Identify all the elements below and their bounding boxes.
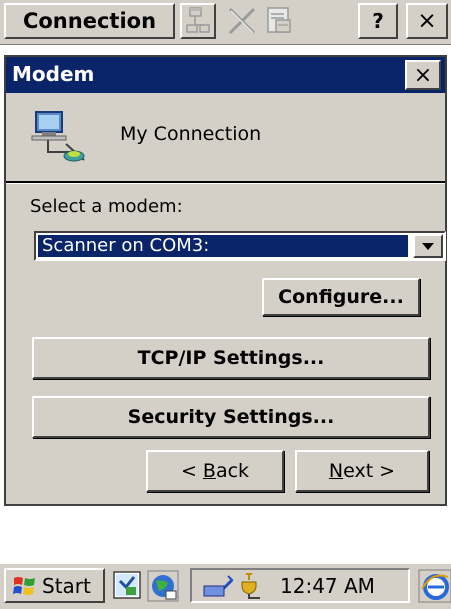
configure-button[interactable]: Configure... bbox=[262, 278, 420, 316]
properties-icon[interactable] bbox=[262, 5, 296, 37]
start-button[interactable]: Start bbox=[4, 568, 105, 603]
select-modem-label: Select a modem: bbox=[30, 196, 183, 217]
taskbar: Start 12:47 AM bbox=[0, 562, 451, 609]
back-prefix: < bbox=[180, 460, 203, 482]
modem-dropdown[interactable]: Scanner on COM3: bbox=[34, 231, 446, 261]
connection-icon bbox=[31, 111, 85, 162]
next-label: ext > bbox=[343, 460, 396, 482]
security-settings-button[interactable]: Security Settings... bbox=[32, 396, 430, 438]
chevron-down-icon bbox=[422, 242, 434, 250]
connection-name: My Connection bbox=[120, 123, 262, 145]
connection-menu[interactable]: Connection bbox=[4, 3, 175, 39]
next-button[interactable]: Next > bbox=[295, 450, 429, 492]
system-tray: 12:47 AM bbox=[190, 568, 410, 603]
back-accelerator: B bbox=[202, 460, 216, 482]
separator-highlight bbox=[6, 183, 445, 184]
desktop-icon[interactable] bbox=[113, 571, 141, 599]
modem-dialog: Modem × My Connection Select a modem: Sc… bbox=[4, 55, 447, 506]
quick-launch bbox=[113, 570, 179, 602]
dialog-close-button[interactable]: × bbox=[405, 60, 441, 90]
toolbar-close-button[interactable]: × bbox=[406, 3, 448, 39]
modem-selected-value: Scanner on COM3: bbox=[38, 235, 408, 257]
tcpip-settings-button[interactable]: TCP/IP Settings... bbox=[32, 337, 430, 379]
dropdown-button[interactable] bbox=[413, 234, 443, 258]
globe-icon[interactable] bbox=[147, 570, 179, 602]
network-icon bbox=[186, 7, 210, 33]
next-accelerator: N bbox=[328, 460, 344, 482]
help-button[interactable]: ? bbox=[358, 3, 398, 39]
network-icon-button[interactable] bbox=[180, 3, 216, 39]
back-label: ack bbox=[215, 460, 250, 482]
start-label: Start bbox=[42, 573, 91, 598]
disconnect-icon[interactable] bbox=[225, 5, 259, 37]
back-button[interactable]: < Back bbox=[146, 450, 284, 492]
toolbar: Connection ? × bbox=[0, 0, 451, 45]
ie-icon[interactable] bbox=[418, 569, 451, 603]
windows-flag-icon bbox=[13, 576, 35, 595]
dialog-title: Modem bbox=[12, 62, 95, 86]
network-tray-icon[interactable] bbox=[202, 572, 272, 600]
dialog-titlebar: Modem × bbox=[6, 57, 445, 93]
clock[interactable]: 12:47 AM bbox=[280, 574, 375, 598]
